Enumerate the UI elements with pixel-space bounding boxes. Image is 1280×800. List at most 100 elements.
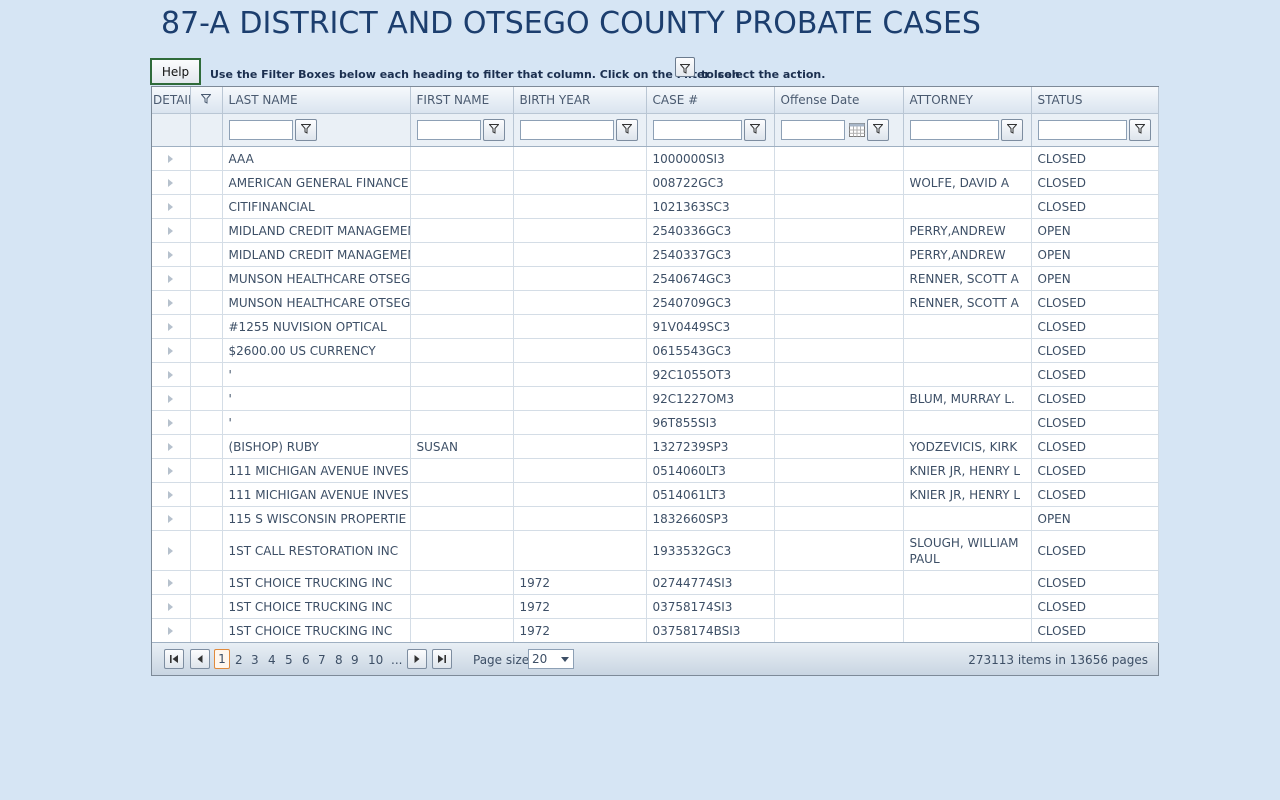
table-row[interactable]: 1ST CHOICE TRUCKING INC 1972 03758174BSI3 C… — [152, 618, 1159, 643]
first-name-filter-input[interactable] — [416, 120, 481, 140]
expand-row-cell[interactable] — [152, 506, 191, 531]
table-row[interactable]: $2600.00 US CURRENCY 0615543GC3 CLOSED — [152, 338, 1159, 363]
expand-row-cell[interactable] — [152, 338, 191, 363]
table-row[interactable]: 111 MICHIGAN AVENUE INVES 0514060LT3 KNIER… — [152, 458, 1159, 483]
filter-icon[interactable] — [1000, 119, 1023, 141]
filter-icon[interactable] — [743, 119, 766, 141]
expand-arrow-icon[interactable] — [168, 298, 174, 307]
expand-row-cell[interactable] — [152, 434, 191, 459]
next-page-icon[interactable] — [407, 649, 427, 669]
offense-date-filter-input[interactable] — [780, 120, 845, 140]
expand-arrow-icon[interactable] — [168, 202, 174, 211]
last-name-filter-input[interactable] — [228, 120, 293, 140]
table-row[interactable]: MUNSON HEALTHCARE OTSEGO 2540674GC3 RENNER… — [152, 266, 1159, 291]
table-row[interactable]: MIDLAND CREDIT MANAGEMEN 2540336GC3 PERRY,… — [152, 218, 1159, 243]
first-page-icon[interactable] — [164, 649, 184, 669]
header-case-number[interactable]: CASE # — [646, 87, 775, 114]
page-link-6[interactable]: 6 — [302, 653, 310, 667]
expand-arrow-icon[interactable] — [168, 442, 174, 451]
expand-row-cell[interactable] — [152, 362, 191, 387]
expand-row-cell[interactable] — [152, 194, 191, 219]
header-filter-toggle[interactable] — [190, 87, 223, 114]
calendar-icon[interactable] — [848, 123, 865, 137]
filter-icon[interactable] — [615, 119, 638, 141]
expand-row-cell[interactable] — [152, 482, 191, 507]
table-row[interactable]: AAA 1000000SI3 CLOSED — [152, 146, 1159, 171]
table-row[interactable]: (BISHOP) RUBY SUSAN 1327239SP3 YODZEVICIS, … — [152, 434, 1159, 459]
page-link-2[interactable]: 2 — [235, 653, 243, 667]
page-link-9[interactable]: 9 — [351, 653, 359, 667]
expand-arrow-icon[interactable] — [168, 578, 174, 587]
expand-arrow-icon[interactable] — [168, 466, 174, 475]
expand-row-cell[interactable] — [152, 570, 191, 595]
expand-row-cell[interactable] — [152, 266, 191, 291]
last-page-icon[interactable] — [432, 649, 452, 669]
expand-arrow-icon[interactable] — [168, 546, 174, 555]
header-last-name[interactable]: LAST NAME — [222, 87, 411, 114]
page-link-10[interactable]: 10 — [368, 653, 383, 667]
expand-arrow-icon[interactable] — [168, 346, 174, 355]
expand-row-cell[interactable] — [152, 146, 191, 171]
header-status[interactable]: STATUS — [1031, 87, 1159, 114]
header-attorney[interactable]: ATTORNEY — [903, 87, 1032, 114]
header-first-name[interactable]: FIRST NAME — [410, 87, 514, 114]
expand-arrow-icon[interactable] — [168, 322, 174, 331]
expand-row-cell[interactable] — [152, 386, 191, 411]
page-size-select[interactable]: 20 — [528, 649, 574, 669]
header-offense-date[interactable]: Offense Date — [774, 87, 904, 114]
table-row[interactable]: 111 MICHIGAN AVENUE INVES 0514061LT3 KNIER… — [152, 482, 1159, 507]
birth-year-filter-input[interactable] — [519, 120, 614, 140]
table-row[interactable]: MUNSON HEALTHCARE OTSEGO 2540709GC3 RENNER… — [152, 290, 1159, 315]
table-row[interactable]: 1ST CALL RESTORATION INC 1933532GC3 SLOUGH… — [152, 530, 1159, 571]
expand-arrow-icon[interactable] — [168, 154, 174, 163]
filter-icon[interactable] — [866, 119, 889, 141]
case-number-filter-input[interactable] — [652, 120, 742, 140]
page-link-8[interactable]: 8 — [335, 653, 343, 667]
expand-arrow-icon[interactable] — [168, 490, 174, 499]
attorney-filter-input[interactable] — [909, 120, 999, 140]
table-row[interactable]: ' 92C1055OT3 CLOSED — [152, 362, 1159, 387]
help-button[interactable]: Help — [150, 58, 201, 85]
expand-arrow-icon[interactable] — [168, 274, 174, 283]
expand-arrow-icon[interactable] — [168, 626, 174, 635]
expand-row-cell[interactable] — [152, 530, 191, 571]
expand-arrow-icon[interactable] — [168, 370, 174, 379]
filter-icon[interactable] — [294, 119, 317, 141]
expand-arrow-icon[interactable] — [168, 178, 174, 187]
expand-row-cell[interactable] — [152, 218, 191, 243]
expand-arrow-icon[interactable] — [168, 226, 174, 235]
prev-page-icon[interactable] — [190, 649, 210, 669]
table-row[interactable]: ' 96T855SI3 CLOSED — [152, 410, 1159, 435]
expand-row-cell[interactable] — [152, 170, 191, 195]
expand-row-cell[interactable] — [152, 618, 191, 643]
expand-arrow-icon[interactable] — [168, 250, 174, 259]
header-detail[interactable]: DETAIL — [152, 87, 191, 114]
expand-row-cell[interactable] — [152, 242, 191, 267]
expand-arrow-icon[interactable] — [168, 514, 174, 523]
expand-arrow-icon[interactable] — [168, 418, 174, 427]
page-link-3[interactable]: 3 — [251, 653, 259, 667]
table-row[interactable]: MIDLAND CREDIT MANAGEMEN 2540337GC3 PERRY,… — [152, 242, 1159, 267]
expand-arrow-icon[interactable] — [168, 602, 174, 611]
expand-row-cell[interactable] — [152, 594, 191, 619]
filter-icon[interactable] — [482, 119, 505, 141]
expand-row-cell[interactable] — [152, 314, 191, 339]
table-row[interactable]: AMERICAN GENERAL FINANCE 008722GC3 WOLFE, … — [152, 170, 1159, 195]
page-link-5[interactable]: 5 — [285, 653, 293, 667]
table-row[interactable]: #1255 NUVISION OPTICAL 91V0449SC3 CLOSED — [152, 314, 1159, 339]
expand-row-cell[interactable] — [152, 410, 191, 435]
table-row[interactable]: CITIFINANCIAL 1021363SC3 CLOSED — [152, 194, 1159, 219]
page-link-1[interactable]: 1 — [214, 649, 230, 669]
table-row[interactable]: 1ST CHOICE TRUCKING INC 1972 02744774SI3 CL… — [152, 570, 1159, 595]
filter-icon[interactable] — [1128, 119, 1151, 141]
page-link-7[interactable]: 7 — [318, 653, 326, 667]
header-birth-year[interactable]: BIRTH YEAR — [513, 87, 647, 114]
expand-row-cell[interactable] — [152, 458, 191, 483]
expand-row-cell[interactable] — [152, 290, 191, 315]
table-row[interactable]: 115 S WISCONSIN PROPERTIE 1832660SP3 OPEN — [152, 506, 1159, 531]
table-row[interactable]: ' 92C1227OM3 BLUM, MURRAY L. CLOSED — [152, 386, 1159, 411]
expand-arrow-icon[interactable] — [168, 394, 174, 403]
status-filter-input[interactable] — [1037, 120, 1127, 140]
table-row[interactable]: 1ST CHOICE TRUCKING INC 1972 03758174SI3 CL… — [152, 594, 1159, 619]
page-more-link[interactable]: ... — [391, 653, 402, 667]
